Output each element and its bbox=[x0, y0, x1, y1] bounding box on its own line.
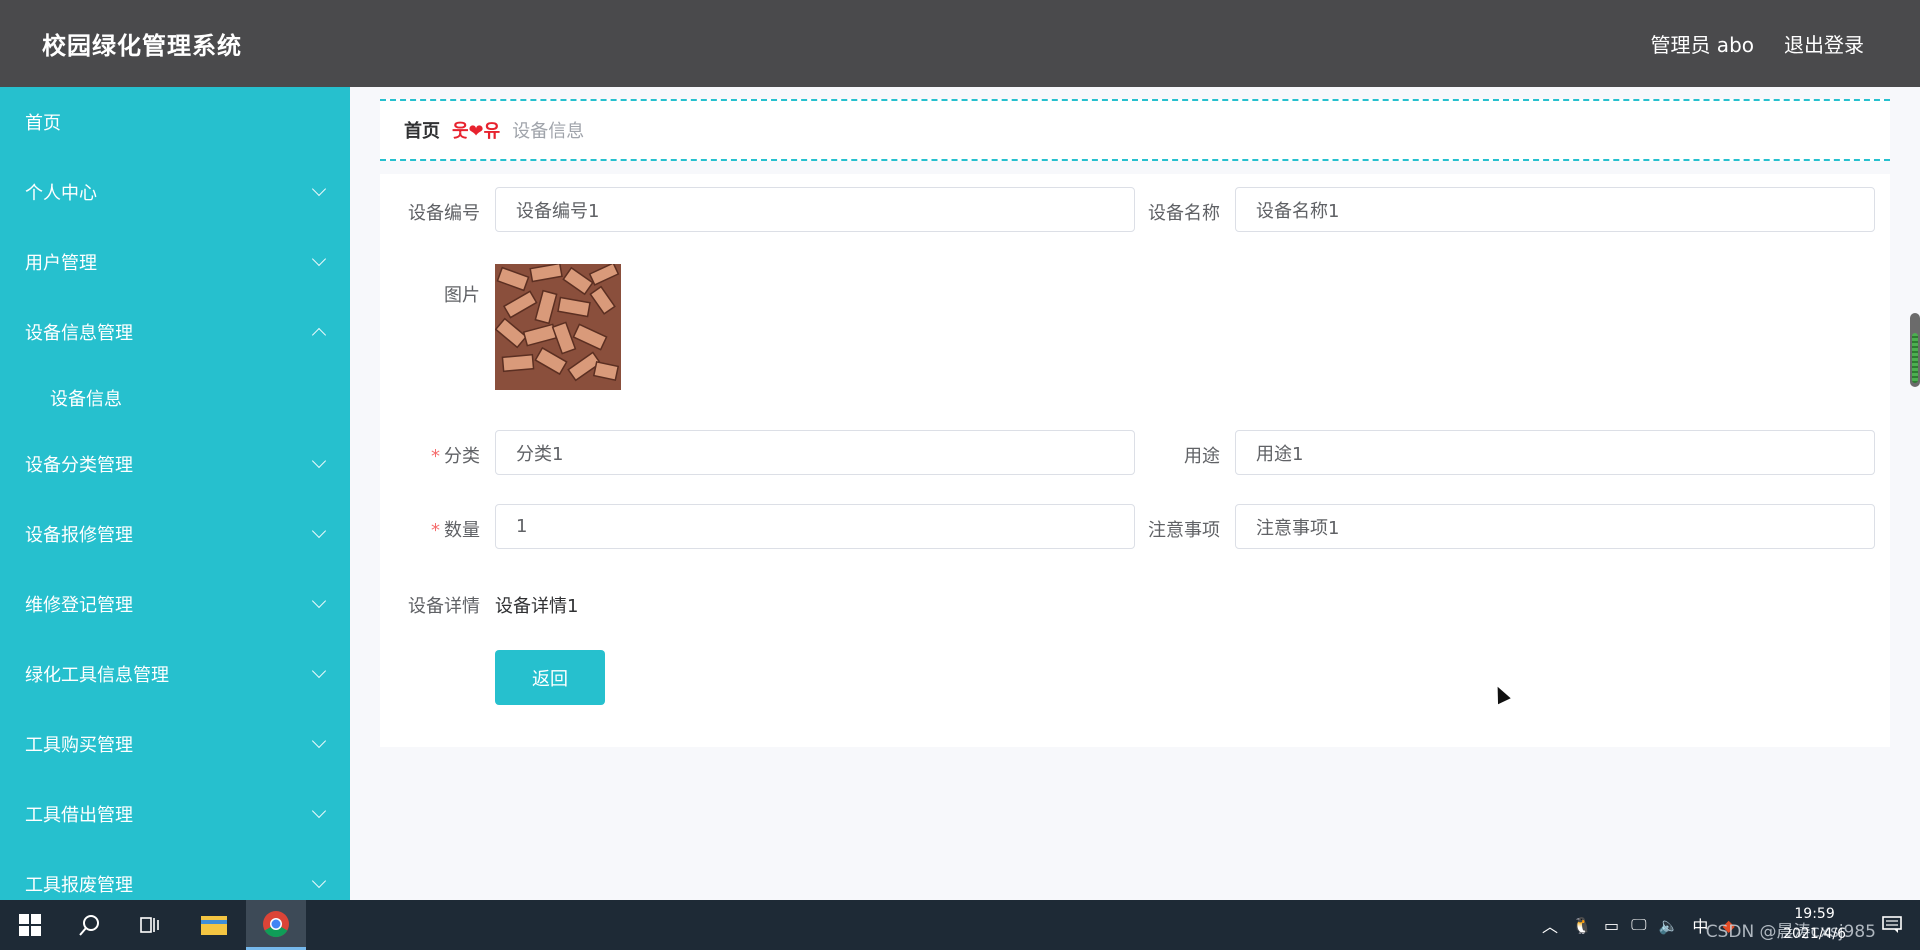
device-image[interactable] bbox=[495, 264, 621, 390]
sidebar-item-label: 个人中心 bbox=[25, 183, 97, 204]
sidebar-item-label: 绿化工具信息管理 bbox=[25, 665, 169, 686]
magnifier-icon bbox=[79, 915, 99, 936]
detail-label: 设备详情 bbox=[408, 596, 480, 617]
required-mark: * bbox=[431, 446, 440, 467]
chrome-browser-icon bbox=[263, 910, 289, 937]
category-label-text: 分类 bbox=[444, 446, 480, 467]
speech-bubble-icon bbox=[1882, 916, 1902, 933]
windows-start-icon[interactable] bbox=[0, 900, 60, 950]
windows-logo-icon bbox=[19, 914, 41, 936]
device-name-label: 设备名称 bbox=[1148, 203, 1220, 224]
quantity-label: * 数量 bbox=[380, 516, 480, 542]
sidebar-item-label: 工具借出管理 bbox=[25, 805, 133, 826]
sidebar-item-label: 用户管理 bbox=[25, 253, 97, 274]
sidebar-item-personal-center[interactable]: 个人中心 bbox=[0, 157, 350, 227]
back-button[interactable]: 返回 bbox=[495, 650, 605, 705]
sidebar-item-user-management[interactable]: 用户管理 bbox=[0, 227, 350, 297]
logout-link[interactable]: 退出登录 bbox=[1784, 29, 1864, 58]
top-header: 校园绿化管理系统 管理员 abo 退出登录 bbox=[0, 0, 1920, 87]
chevron-down-icon bbox=[311, 593, 327, 609]
sidebar-subitem-device-info[interactable]: 设备信息 bbox=[0, 367, 350, 429]
device-no-label: 设备编号 bbox=[408, 203, 480, 224]
chevron-down-icon bbox=[311, 251, 327, 267]
usage-label: 用途 bbox=[1184, 446, 1220, 467]
notification-center-icon[interactable] bbox=[1864, 900, 1920, 950]
notes-field[interactable]: 注意事项1 bbox=[1235, 504, 1875, 549]
sidebar-item-label: 维修登记管理 bbox=[25, 595, 133, 616]
file-explorer-icon[interactable] bbox=[184, 900, 244, 950]
sidebar-item-label: 工具购买管理 bbox=[25, 735, 133, 756]
chevron-down-icon bbox=[311, 453, 327, 469]
clock-time: 19:59 bbox=[1794, 906, 1835, 922]
sidebar-item-label: 设备报修管理 bbox=[25, 525, 133, 546]
sidebar-item-device-info-management[interactable]: 设备信息管理 bbox=[0, 297, 350, 367]
breadcrumb-home[interactable]: 首页 bbox=[404, 117, 440, 143]
chevron-up-icon bbox=[311, 327, 327, 343]
sidebar-item-tool-lending-management[interactable]: 工具借出管理 bbox=[0, 779, 350, 849]
tray-expand-icon[interactable]: ︿ bbox=[1542, 913, 1558, 937]
battery-icon[interactable]: ▭ bbox=[1604, 916, 1619, 935]
breadcrumb-current: 设备信息 bbox=[512, 121, 585, 142]
network-icon[interactable]: 🖵 bbox=[1631, 915, 1646, 935]
sidebar-item-label: 工具报废管理 bbox=[25, 875, 133, 896]
detail-value: 设备详情1 bbox=[495, 596, 579, 617]
chevron-down-icon bbox=[311, 733, 327, 749]
chevron-down-icon bbox=[311, 663, 327, 679]
qq-icon[interactable]: 🐧 bbox=[1572, 916, 1592, 935]
app-title: 校园绿化管理系统 bbox=[42, 32, 242, 60]
task-view-icon[interactable] bbox=[120, 900, 180, 950]
device-detail-form: 设备编号 设备编号1 设备名称 设备名称1 图片 * 分类 分类1 用途 用途1… bbox=[380, 174, 1890, 747]
sidebar-item-repair-registration-management[interactable]: 维修登记管理 bbox=[0, 569, 350, 639]
usage-field[interactable]: 用途1 bbox=[1235, 430, 1875, 475]
required-mark: * bbox=[431, 520, 440, 541]
breadcrumb: 首页 웃❤유 设备信息 bbox=[380, 99, 1890, 161]
sidebar-item-tool-purchase-management[interactable]: 工具购买管理 bbox=[0, 709, 350, 779]
volume-icon[interactable]: 🔈 bbox=[1659, 916, 1679, 935]
sidebar-item-label: 设备分类管理 bbox=[25, 455, 133, 476]
search-icon[interactable] bbox=[60, 900, 120, 950]
chevron-down-icon bbox=[311, 803, 327, 819]
chrome-icon[interactable] bbox=[246, 900, 306, 950]
chevron-down-icon bbox=[311, 873, 327, 889]
os-taskbar: ︿ 🐧 ▭ 🖵 🔈 中 ◆ CSDN @晨涛cxsj985 19:59 2021… bbox=[0, 900, 1920, 950]
quantity-label-text: 数量 bbox=[444, 520, 480, 541]
sidebar-item-device-repair-management[interactable]: 设备报修管理 bbox=[0, 499, 350, 569]
quantity-field[interactable]: 1 bbox=[495, 504, 1135, 549]
notes-label: 注意事项 bbox=[1148, 520, 1220, 541]
image-label: 图片 bbox=[444, 285, 480, 306]
breadcrumb-separator-icon: 웃❤유 bbox=[452, 121, 501, 142]
chevron-down-icon bbox=[311, 181, 327, 197]
sidebar-item-label: 首页 bbox=[25, 113, 61, 134]
current-user: 管理员 abo bbox=[1650, 33, 1754, 57]
sidebar-item-home[interactable]: 首页 bbox=[0, 87, 350, 157]
folder-icon bbox=[201, 916, 227, 935]
device-no-field[interactable]: 设备编号1 bbox=[495, 187, 1135, 232]
sidebar-item-label: 设备信息 bbox=[50, 389, 122, 410]
clock-date: 2021/4/6 bbox=[1783, 926, 1846, 942]
category-label: * 分类 bbox=[380, 442, 480, 468]
sidebar-menu: 首页 个人中心 用户管理 设备信息管理 设备信息 设备分类管理 设备报修管理 维… bbox=[0, 87, 350, 900]
sidebar-item-green-tool-info-management[interactable]: 绿化工具信息管理 bbox=[0, 639, 350, 709]
sidebar-item-tool-scrap-management[interactable]: 工具报废管理 bbox=[0, 849, 350, 900]
device-name-field[interactable]: 设备名称1 bbox=[1235, 187, 1875, 232]
main-content: 首页 웃❤유 设备信息 设备编号 设备编号1 设备名称 设备名称1 图片 * 分… bbox=[350, 87, 1920, 900]
sidebar-item-label: 设备信息管理 bbox=[25, 323, 133, 344]
chevron-down-icon bbox=[311, 523, 327, 539]
category-field[interactable]: 分类1 bbox=[495, 430, 1135, 475]
taskbar-clock[interactable]: 19:59 2021/4/6 bbox=[1783, 904, 1846, 944]
page-scrollbar[interactable] bbox=[1910, 313, 1920, 387]
brick-pile-image bbox=[495, 264, 621, 390]
task-view-glyph-icon bbox=[140, 917, 159, 933]
sidebar-item-device-category-management[interactable]: 设备分类管理 bbox=[0, 429, 350, 499]
